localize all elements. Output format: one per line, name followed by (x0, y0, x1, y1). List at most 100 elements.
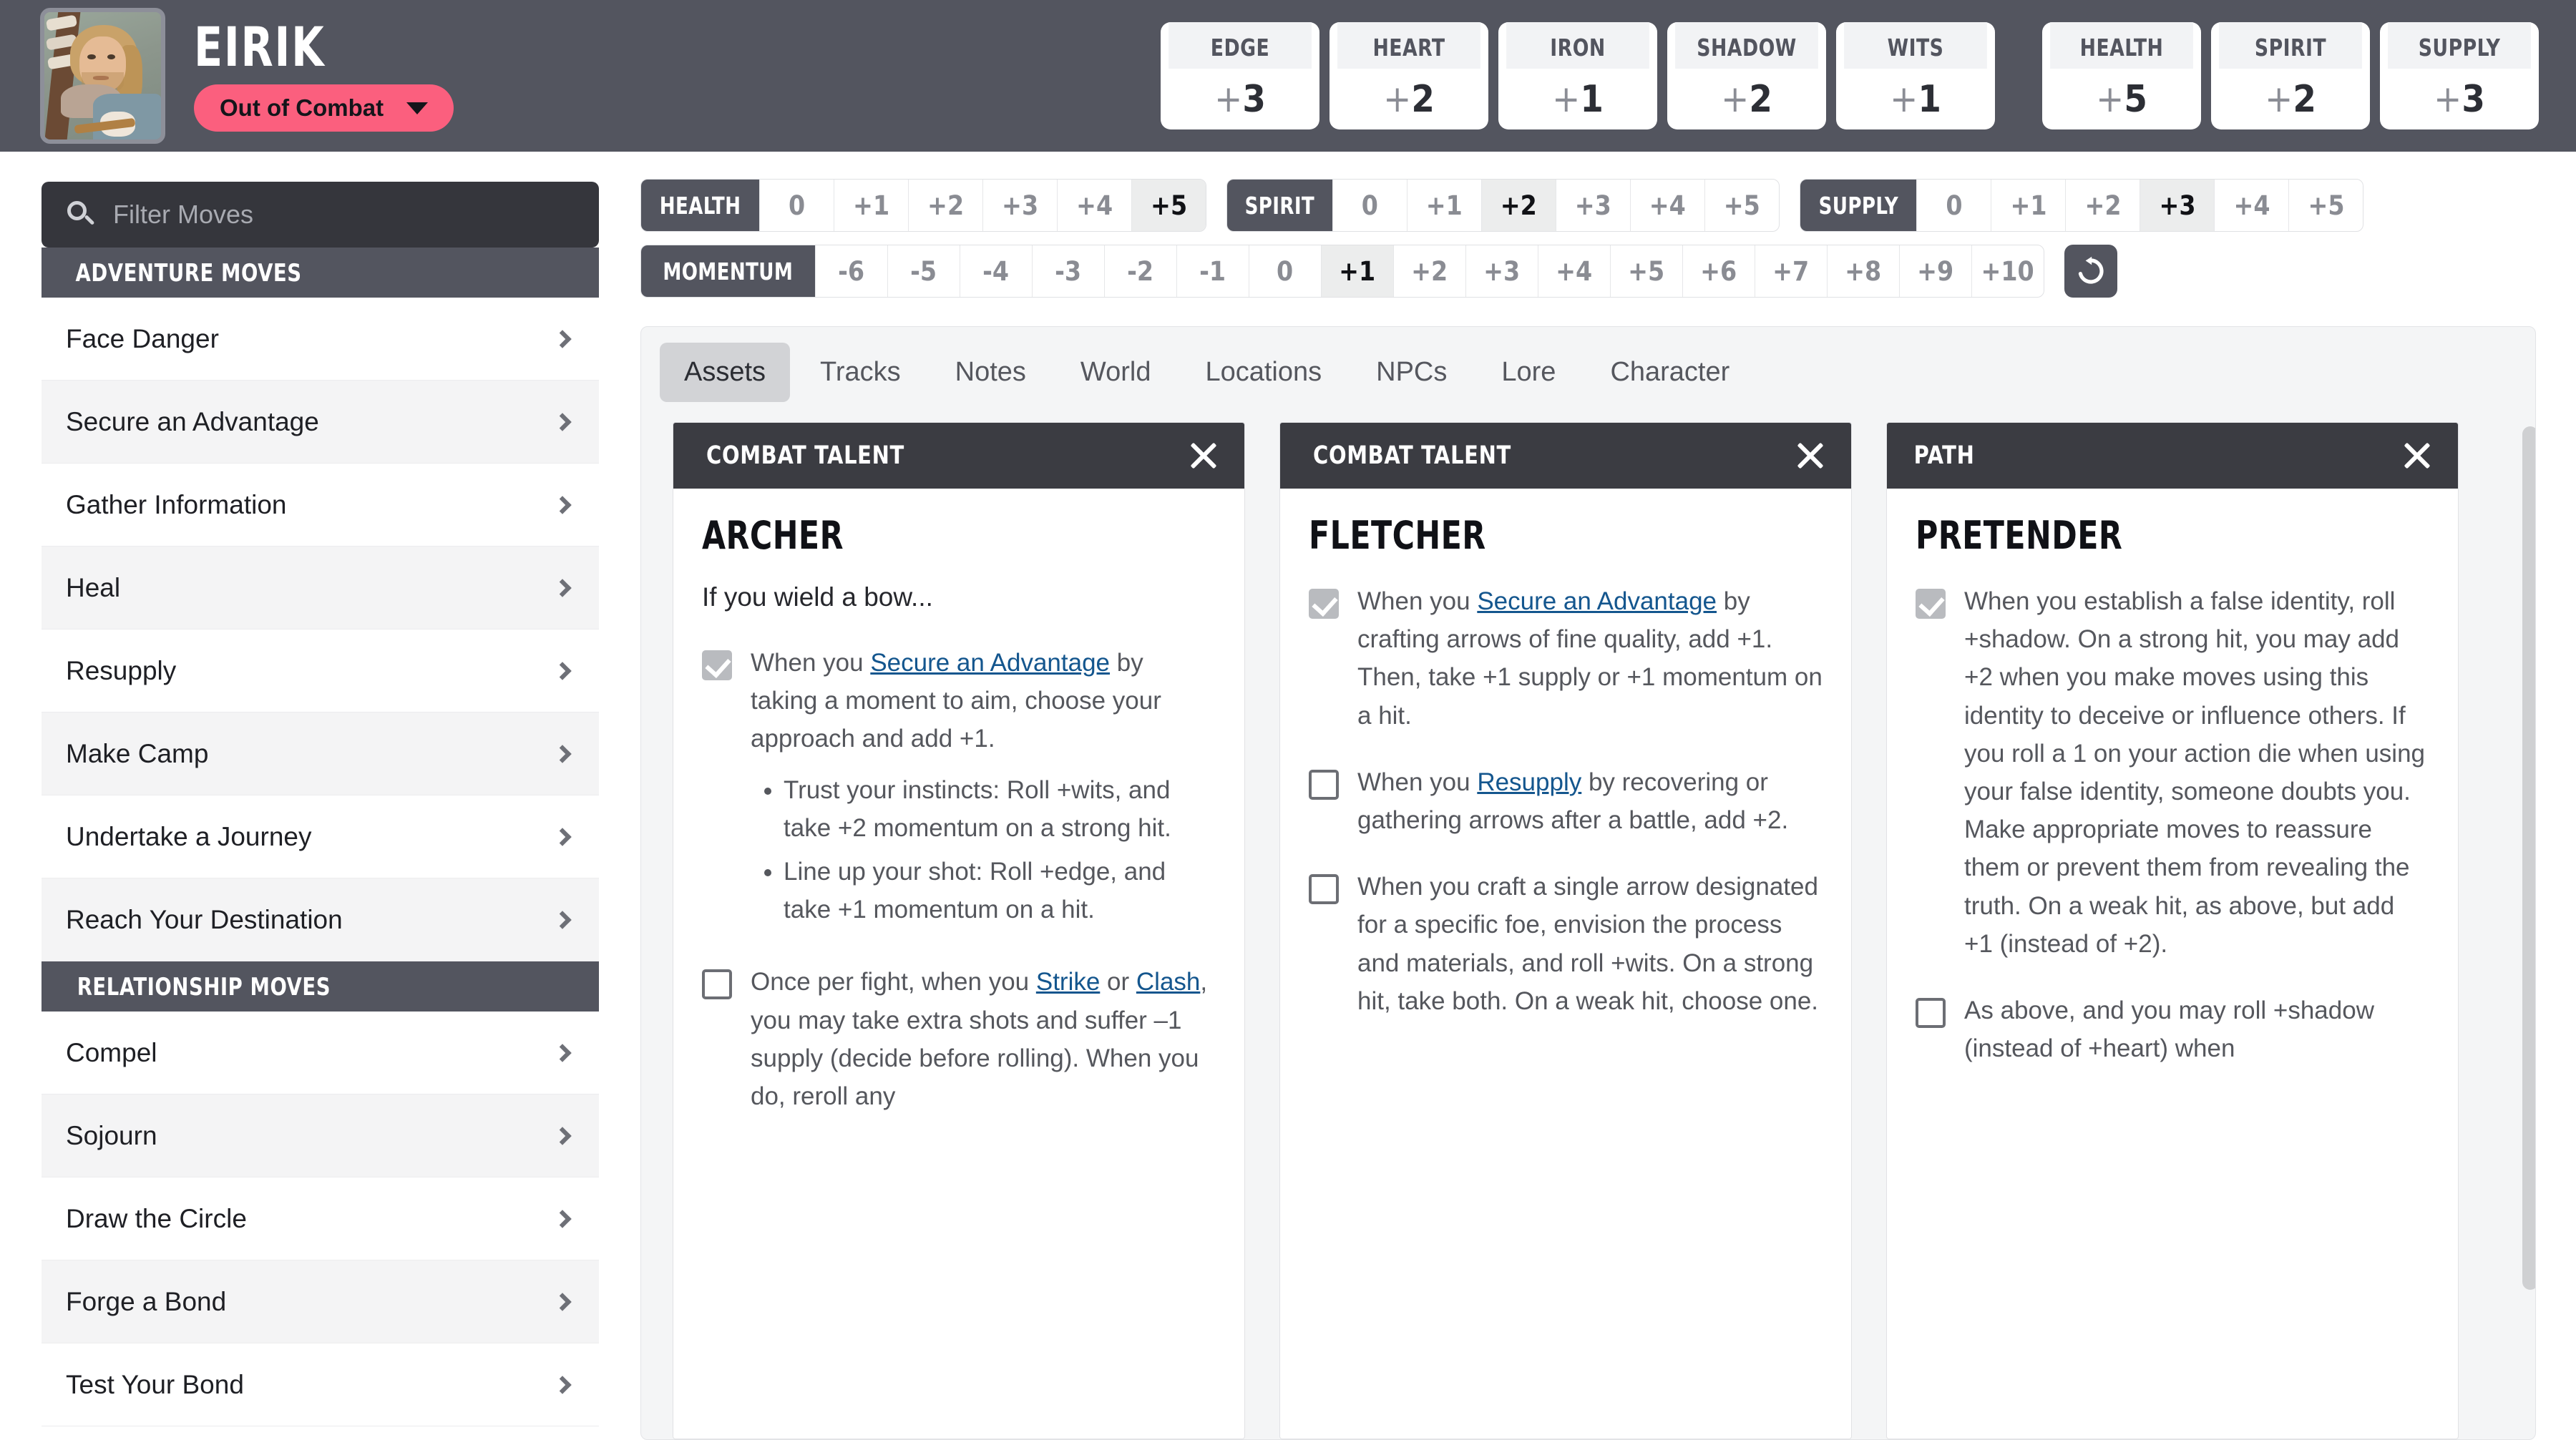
move-item-secure-an-advantage[interactable]: Secure an Advantage (42, 381, 599, 464)
asset-cards: COMBAT TALENT ARCHER If you wield a bow...… (641, 416, 2535, 1439)
track-cell[interactable]: -5 (887, 245, 960, 297)
track-cell[interactable]: +9 (1898, 245, 1971, 297)
move-link[interactable]: Clash (1136, 968, 1200, 996)
move-item-label: Make Camp (66, 738, 209, 768)
track-cell[interactable]: +3 (2140, 180, 2215, 231)
track-cell[interactable]: +1 (1991, 180, 2065, 231)
track-cell[interactable]: 0 (759, 180, 834, 231)
ability-checkbox-unchecked[interactable] (1309, 769, 1339, 800)
chevron-right-icon (553, 1209, 572, 1228)
track-cell[interactable]: +5 (1609, 245, 1682, 297)
move-item-reach-your-destination[interactable]: Reach Your Destination (42, 878, 599, 961)
asset-name: PRETENDER (1916, 513, 2429, 558)
track-cell[interactable]: -4 (959, 245, 1032, 297)
scrollbar-thumb[interactable] (2522, 426, 2535, 1290)
track-name-label: SPIRIT (1244, 191, 1315, 220)
track-cell[interactable]: +3 (1465, 245, 1538, 297)
move-item-label: Face Danger (66, 323, 219, 353)
track-cell[interactable]: 0 (1248, 245, 1321, 297)
track-cell[interactable]: +4 (1057, 180, 1131, 231)
chevron-right-icon (553, 1043, 572, 1062)
vertical-scrollbar[interactable] (2522, 426, 2535, 1431)
move-link[interactable]: Strike (1036, 968, 1100, 996)
track-cell[interactable]: +1 (1406, 180, 1481, 231)
ability-checkbox-checked[interactable] (702, 650, 732, 680)
close-icon[interactable] (1187, 439, 1220, 472)
move-link[interactable]: Resupply (1477, 768, 1581, 796)
stat-iron[interactable]: IRON +1 (1498, 22, 1657, 129)
track-cell[interactable]: -3 (1031, 245, 1104, 297)
track-cell[interactable]: +4 (1629, 180, 1704, 231)
stat-edge[interactable]: EDGE +3 (1161, 22, 1319, 129)
track-cell[interactable]: +5 (1131, 180, 1206, 231)
tab-npcs[interactable]: NPCs (1352, 343, 1471, 402)
track-cell[interactable]: +3 (1555, 180, 1630, 231)
track-cell[interactable]: 0 (1916, 180, 1991, 231)
move-item-make-camp[interactable]: Make Camp (42, 712, 599, 795)
stat-value: +2 (1721, 77, 1772, 121)
search-input[interactable]: Filter Moves (42, 182, 599, 248)
move-link[interactable]: Secure an Advantage (870, 649, 1110, 677)
close-icon[interactable] (1794, 439, 1827, 472)
track-cell[interactable]: +4 (1537, 245, 1610, 297)
tab-assets[interactable]: Assets (660, 343, 791, 402)
track-name: SPIRIT (1227, 180, 1332, 231)
track-cell[interactable]: +5 (2288, 180, 2363, 231)
move-link[interactable]: Secure an Advantage (1477, 587, 1717, 615)
move-item-label: Secure an Advantage (66, 406, 319, 436)
move-item-sojourn[interactable]: Sojourn (42, 1094, 599, 1177)
move-item-resupply[interactable]: Resupply (42, 630, 599, 712)
move-item-draw-the-circle[interactable]: Draw the Circle (42, 1177, 599, 1260)
ability-checkbox-unchecked[interactable] (702, 969, 732, 1000)
tab-character[interactable]: Character (1586, 343, 1754, 402)
resource-supply[interactable]: SUPPLY +3 (2380, 22, 2539, 129)
chevron-right-icon (553, 412, 572, 431)
ability-checkbox-unchecked[interactable] (1309, 874, 1339, 905)
tab-locations[interactable]: Locations (1181, 343, 1346, 402)
track-cell[interactable]: +3 (982, 180, 1057, 231)
track-cell[interactable]: +4 (2214, 180, 2288, 231)
stat-shadow[interactable]: SHADOW +2 (1667, 22, 1826, 129)
ability-checkbox-unchecked[interactable] (1916, 997, 1946, 1028)
move-item-compel[interactable]: Compel (42, 1012, 599, 1094)
move-item-heal[interactable]: Heal (42, 547, 599, 630)
move-item-test-your-bond[interactable]: Test Your Bond (42, 1343, 599, 1426)
track-cell[interactable]: +6 (1682, 245, 1755, 297)
track-cell[interactable]: 0 (1332, 180, 1407, 231)
stat-heart[interactable]: HEART +2 (1330, 22, 1488, 129)
character-portrait[interactable] (40, 8, 165, 144)
move-item-gather-information[interactable]: Gather Information (42, 464, 599, 547)
move-item-face-danger[interactable]: Face Danger (42, 298, 599, 381)
ability-checkbox-checked[interactable] (1309, 589, 1339, 619)
tab-notes[interactable]: Notes (931, 343, 1050, 402)
track-cell[interactable]: +5 (1704, 180, 1779, 231)
asset-ability: When you Secure an Advantage by taking a… (702, 644, 1216, 934)
track-cell[interactable]: +10 (1971, 245, 2044, 297)
tab-lore[interactable]: Lore (1477, 343, 1580, 402)
move-item-forge-a-bond[interactable]: Forge a Bond (42, 1260, 599, 1343)
track-cell[interactable]: -1 (1176, 245, 1249, 297)
resource-spirit[interactable]: SPIRIT +2 (2211, 22, 2370, 129)
move-item-undertake-a-journey[interactable]: Undertake a Journey (42, 795, 599, 878)
tab-world[interactable]: World (1056, 343, 1176, 402)
resource-health[interactable]: HEALTH +5 (2042, 22, 2201, 129)
close-icon[interactable] (2401, 439, 2434, 472)
track-cell[interactable]: +2 (2065, 180, 2140, 231)
track-cell[interactable]: +7 (1754, 245, 1827, 297)
track-cell[interactable]: -2 (1103, 245, 1176, 297)
track-cell[interactable]: +1 (834, 180, 908, 231)
stat-wits[interactable]: WITS +1 (1836, 22, 1995, 129)
track-cell[interactable]: +1 (1320, 245, 1393, 297)
ability-checkbox-checked[interactable] (1916, 589, 1946, 619)
tab-tracks[interactable]: Tracks (796, 343, 925, 402)
track-cell[interactable]: +2 (908, 180, 982, 231)
track-rows: HEALTH 0 +1 +2 +3 +4 +5 SPIRIT 0 +1 +2 +3 +4 +5 SUPPLY… (640, 179, 2536, 298)
track-cell[interactable]: +2 (1480, 180, 1556, 231)
track-momentum: MOMENTUM -6 -5 -4 -3 -2 -1 0 +1 +2 +3 +4 +5 +6 +7 +8 +9 +… (640, 245, 2044, 298)
combat-status-dropdown[interactable]: Out of Combat (194, 84, 454, 132)
momentum-reset-button[interactable] (2064, 245, 2117, 298)
track-cell[interactable]: +8 (1826, 245, 1899, 297)
track-cell[interactable]: -6 (814, 245, 887, 297)
track-cell[interactable]: +2 (1392, 245, 1465, 297)
asset-category: COMBAT TALENT (1304, 441, 1520, 470)
